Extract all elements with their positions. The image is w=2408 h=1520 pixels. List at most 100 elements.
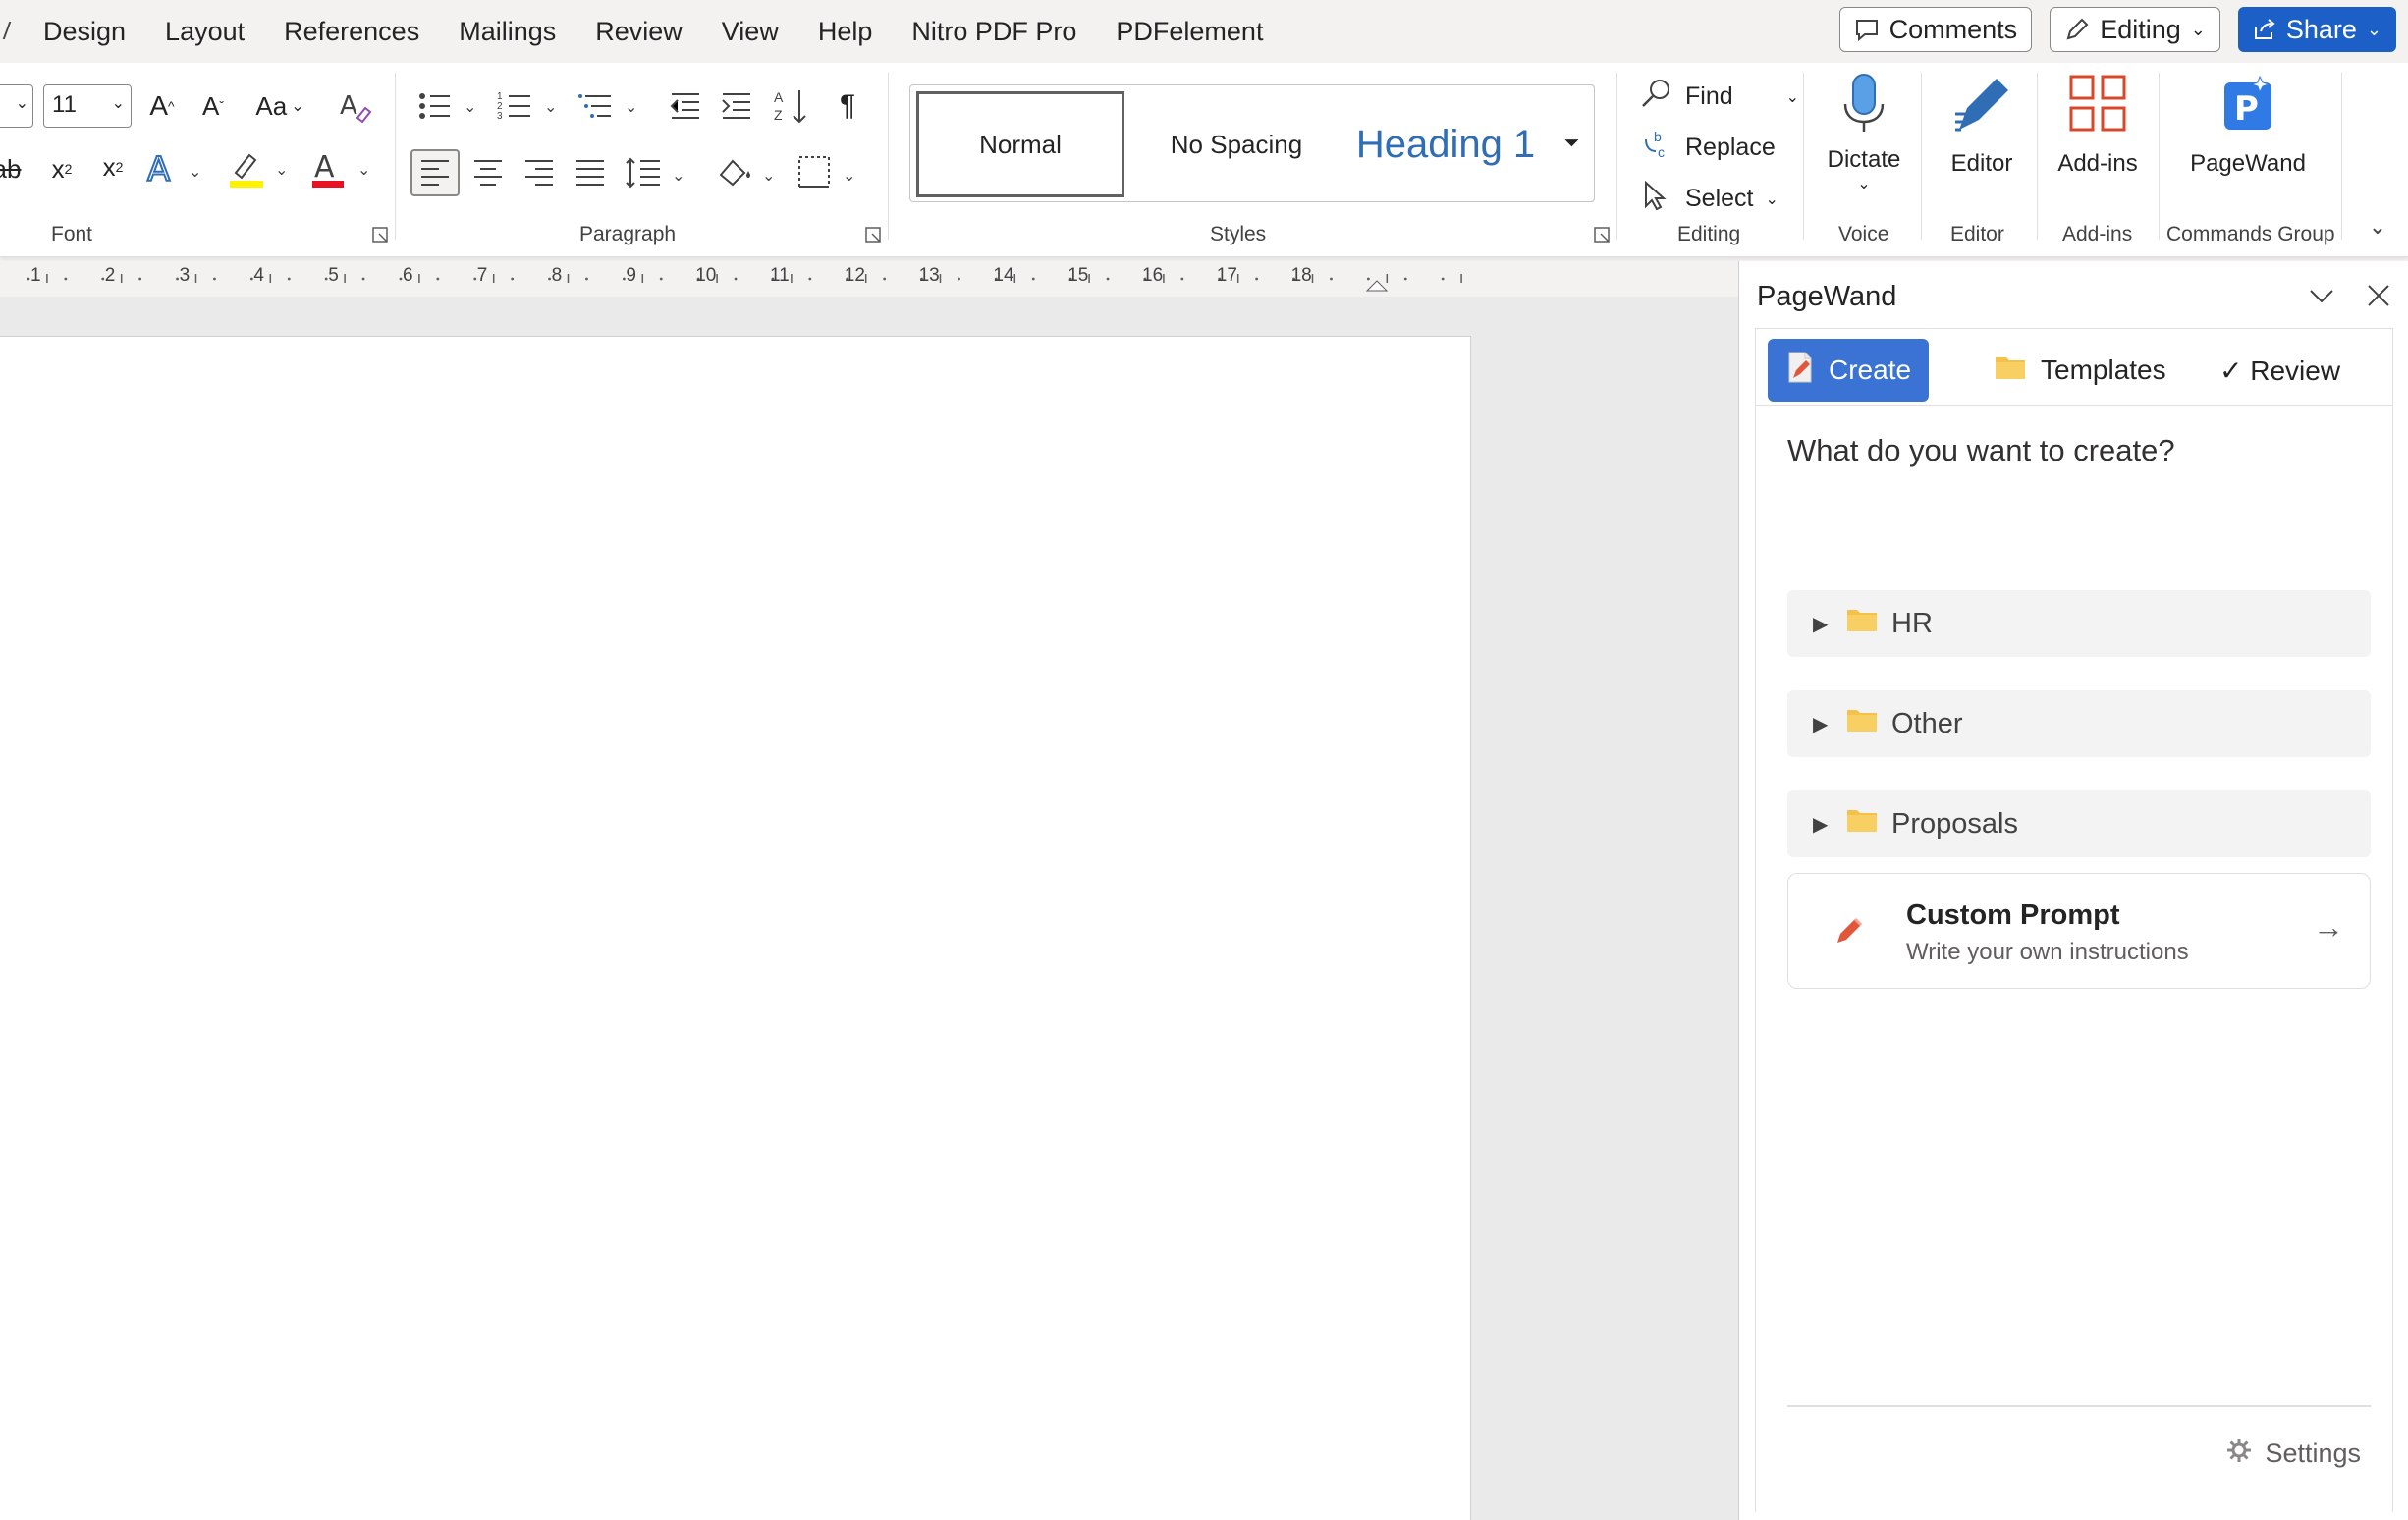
folder-label: HR <box>1891 607 1933 639</box>
ruler-minor-tick <box>734 277 738 281</box>
pane-title: PageWand <box>1757 281 1897 312</box>
footer-divider <box>1787 1405 2371 1407</box>
ruler-minor-tick <box>287 277 291 281</box>
shading-icon[interactable]: ⌄ <box>715 149 780 196</box>
ruler-number: 13 <box>918 265 940 286</box>
chevron-down-icon <box>2307 290 2336 314</box>
strikethrough-icon[interactable]: ab <box>0 149 24 189</box>
tab-nitro-pdf-pro[interactable]: Nitro PDF Pro <box>892 0 1096 63</box>
tab-view[interactable]: View <box>702 0 798 63</box>
chevron-down-icon: ⌄ <box>1857 176 1871 192</box>
replace-icon: bc <box>1640 128 1673 168</box>
justify-icon[interactable] <box>570 149 611 196</box>
pagewand-addin-body: Create Templates ✓ Review What do you wa… <box>1755 328 2393 1512</box>
ruler-minor-tick <box>1441 277 1445 281</box>
font-color-icon[interactable]: A ⌄ <box>308 147 373 190</box>
add-ins-group-label: Add-ins <box>2062 223 2133 245</box>
pagewand-ribbon-button[interactable]: P PageWand <box>2174 73 2322 178</box>
font-name-dropdown[interactable]: ⌄ <box>0 84 33 128</box>
pagewand-tab-bar: Create Templates ✓ Review <box>1756 329 2392 406</box>
editor-button[interactable]: Editor <box>1935 73 2029 178</box>
horizontal-ruler: 1 2 3 4 5 6 7 8 9 10 11 12 13 14 15 16 17 18 <box>0 261 1738 297</box>
editing-mode-button[interactable]: Editing ⌄ <box>2050 7 2220 52</box>
shrink-font-icon[interactable]: Aˇ <box>194 86 232 126</box>
find-button[interactable]: Find ⌄ <box>1640 77 1799 117</box>
group-separator <box>2159 73 2160 240</box>
style-heading-1[interactable]: Heading 1 <box>1342 91 1549 197</box>
ruler-number: 17 <box>1216 265 1237 286</box>
tab-mailings[interactable]: Mailings <box>439 0 575 63</box>
folder-label: Proposals <box>1891 807 2018 840</box>
folder-row-hr[interactable]: ▶ HR <box>1787 590 2371 657</box>
comments-button[interactable]: Comments <box>1838 7 2033 52</box>
tab-review[interactable]: Review <box>575 0 702 63</box>
pencil-icon <box>1833 915 1865 951</box>
custom-prompt-card[interactable]: Custom Prompt Write your own instruction… <box>1787 873 2371 989</box>
share-button[interactable]: Share ⌄ <box>2237 7 2396 52</box>
share-icon <box>2253 18 2276 41</box>
style-normal[interactable]: Normal <box>916 91 1124 197</box>
tab-references[interactable]: References <box>264 0 439 63</box>
folder-icon <box>1846 607 1878 640</box>
expand-triangle-icon: ▶ <box>1813 813 1829 836</box>
multilevel-list-icon[interactable]: ⌄ <box>577 84 642 128</box>
add-ins-grid-icon <box>2067 73 2128 140</box>
grow-font-icon[interactable]: A ^ <box>143 86 181 126</box>
increase-indent-icon[interactable] <box>717 84 756 128</box>
tab-pdfelement[interactable]: PDFelement <box>1096 0 1283 63</box>
ruler-minor-tick <box>213 277 216 281</box>
replace-button[interactable]: bc Replace <box>1640 128 1776 168</box>
tab-templates[interactable]: Templates <box>1976 339 2184 402</box>
add-ins-button[interactable]: Add-ins <box>2051 73 2145 178</box>
select-button[interactable]: Select ⌄ <box>1640 179 1779 219</box>
clear-formatting-icon[interactable]: A <box>336 84 375 128</box>
ruler-number: 15 <box>1067 265 1089 286</box>
tab-help[interactable]: Help <box>798 0 893 63</box>
sort-icon[interactable]: AZ <box>772 84 811 128</box>
styles-more-button[interactable]: ⏷ <box>1550 84 1595 202</box>
tab-design[interactable]: Design <box>0 0 145 63</box>
folder-row-other[interactable]: ▶ Other <box>1787 690 2371 757</box>
ruler-number: 10 <box>695 265 717 286</box>
text-effects-icon[interactable]: A ⌄ <box>145 147 204 190</box>
voice-group-label: Voice <box>1838 223 1889 245</box>
align-left-icon[interactable] <box>410 149 460 196</box>
styles-gallery: Normal No Spacing Heading 1 <box>909 84 1595 202</box>
tab-review[interactable]: ✓ Review <box>2202 339 2358 402</box>
dictate-button[interactable]: Dictate ⌄ <box>1821 73 1907 193</box>
align-center-icon[interactable] <box>467 149 509 196</box>
decrease-indent-icon[interactable] <box>666 84 705 128</box>
tab-layout[interactable]: Layout <box>145 0 264 63</box>
highlight-color-icon[interactable]: ⌄ <box>226 147 291 190</box>
pane-options-button[interactable] <box>2307 281 2336 315</box>
style-no-spacing[interactable]: No Spacing <box>1132 91 1341 197</box>
ruler-number: 14 <box>993 265 1014 286</box>
superscript-icon[interactable]: x2 <box>94 147 132 187</box>
svg-text:⌄: ⌄ <box>762 168 775 185</box>
show-formatting-marks-icon[interactable]: ¶ <box>831 84 864 128</box>
bullets-icon[interactable]: ⌄ <box>416 84 481 128</box>
svg-text:⌄: ⌄ <box>843 168 855 185</box>
svg-text:Z: Z <box>774 107 783 123</box>
numbering-icon[interactable]: 1 2 3 ⌄ <box>497 84 562 128</box>
ruler-minor-tick <box>64 277 68 281</box>
document-area <box>0 297 1738 1520</box>
find-label: Find <box>1685 82 1733 110</box>
paragraph-dialog-launcher-icon[interactable] <box>864 226 882 244</box>
ribbon-collapse-icon[interactable]: ⌄ <box>2361 212 2394 242</box>
borders-icon[interactable]: ⌄ <box>795 149 860 196</box>
folder-row-proposals[interactable]: ▶ Proposals <box>1787 790 2371 857</box>
document-page[interactable] <box>0 336 1471 1520</box>
font-size-dropdown[interactable]: 11 ⌄ <box>43 84 132 128</box>
pane-close-button[interactable] <box>2364 281 2393 315</box>
subscript-icon[interactable]: x2 <box>43 149 81 189</box>
font-dialog-launcher-icon[interactable] <box>371 226 389 244</box>
pagewand-logo-icon: P <box>2220 73 2275 140</box>
align-right-icon[interactable] <box>519 149 560 196</box>
styles-dialog-launcher-icon[interactable] <box>1593 226 1611 244</box>
right-indent-marker[interactable] <box>1365 280 1389 292</box>
settings-button[interactable]: Settings <box>2225 1437 2361 1471</box>
change-case-icon[interactable]: Aa ⌄ <box>249 86 310 126</box>
line-spacing-icon[interactable]: ⌄ <box>625 149 689 196</box>
tab-create[interactable]: Create <box>1768 339 1930 402</box>
